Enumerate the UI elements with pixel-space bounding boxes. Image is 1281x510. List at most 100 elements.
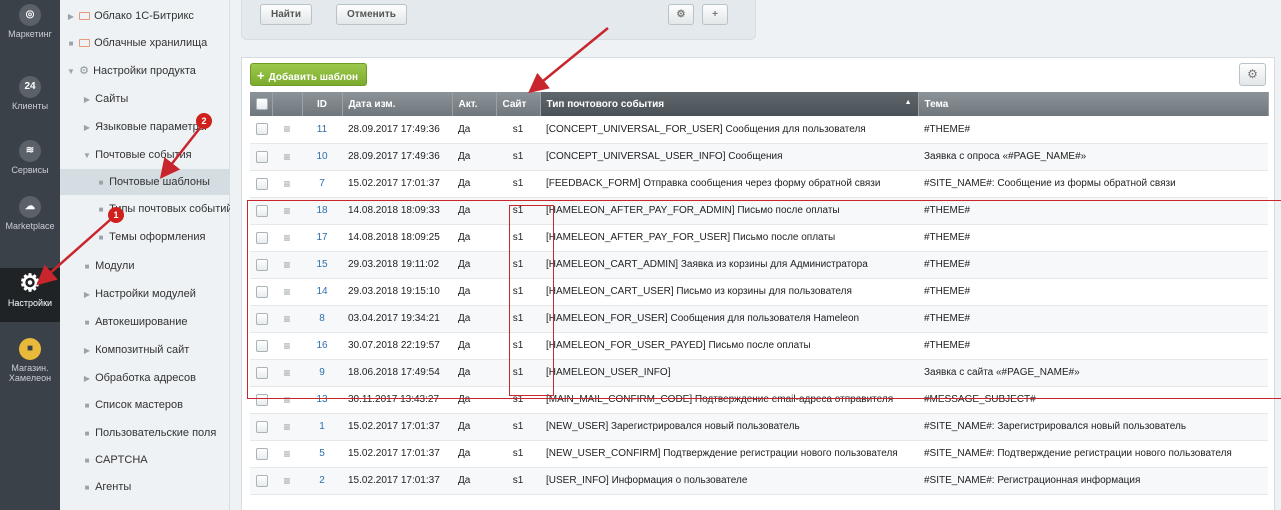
tree-item[interactable]: ▼ Почтовые события (60, 142, 230, 168)
table-row[interactable]: ≡ 8 03.04.2017 19:34:21 Да s1 [HAMELEON_FOR_U… (250, 305, 1268, 333)
tree-item[interactable]: ■ Пользовательские поля (60, 420, 230, 446)
table-row[interactable]: ≡ 18 14.08.2018 18:09:33 Да s1 [HAMELEON_AFTE… (250, 197, 1268, 225)
table-row[interactable]: ≡ 13 30.11.2017 13:43:27 Да s1 [MAIN_MAIL_CON… (250, 386, 1268, 414)
row-checkbox[interactable] (256, 177, 268, 190)
rail-item-shop[interactable]: ■ Магазин. Хамелеон (0, 338, 60, 386)
tree-item[interactable]: ▶ Облако 1С-Битрикс (60, 3, 230, 29)
cell-id[interactable]: 5 (302, 440, 342, 468)
rail-item-marketing[interactable]: ◎ Маркетинг (0, 4, 60, 52)
row-menu-icon[interactable]: ≡ (283, 285, 290, 299)
storage-folder-icon (79, 39, 91, 47)
row-checkbox[interactable] (256, 150, 268, 163)
admin-tree: ▶ Облако 1С-Битрикс ■ Облачные хранилища… (60, 0, 230, 510)
rail-item-services[interactable]: ≋ Сервисы (0, 140, 60, 188)
row-checkbox[interactable] (256, 366, 268, 379)
cell-id[interactable]: 18 (302, 197, 342, 225)
column-header-active[interactable]: Акт. (452, 92, 497, 116)
rail-item-clients[interactable]: 24 Клиенты (0, 76, 60, 124)
add-filter-plus-icon[interactable]: + (702, 4, 728, 25)
table-row[interactable]: ≡ 14 29.03.2018 19:15:10 Да s1 [HAMELEON_CART… (250, 278, 1268, 306)
row-checkbox[interactable] (256, 447, 268, 460)
table-row[interactable]: ≡ 9 18.06.2018 17:49:54 Да s1 [HAMELEON_USER_… (250, 359, 1268, 387)
row-checkbox[interactable] (256, 339, 268, 352)
row-checkbox[interactable] (256, 312, 268, 325)
cell-id[interactable]: 10 (302, 143, 342, 171)
table-row[interactable]: ≡ 1 15.02.2017 17:01:37 Да s1 [NEW_USER] Заре… (250, 413, 1268, 441)
row-menu-icon[interactable]: ≡ (283, 258, 290, 272)
tree-item[interactable]: ■ Список мастеров (60, 392, 230, 418)
tree-item[interactable]: ■ Автокеширование (60, 309, 230, 335)
table-row[interactable]: ≡ 7 15.02.2017 17:01:37 Да s1 [FEEDBACK_FORM]… (250, 170, 1268, 198)
rail-item-marketplace[interactable]: ☁ Marketplace (0, 196, 60, 244)
tree-item[interactable]: ■ Темы оформления (60, 224, 230, 250)
cell-id[interactable]: 1 (302, 413, 342, 441)
tree-item[interactable]: ■ Модули (60, 253, 230, 279)
cell-id[interactable]: 11 (302, 116, 342, 144)
row-checkbox[interactable] (256, 474, 268, 487)
row-checkbox[interactable] (256, 285, 268, 298)
cell-subject: #SITE_NAME#: Регистрационная информация (918, 467, 1268, 495)
column-header-subject[interactable]: Тема (918, 92, 1269, 116)
cell-id[interactable]: 15 (302, 251, 342, 279)
cell-id[interactable]: 16 (302, 332, 342, 360)
column-header-event-type[interactable]: Тип почтового события ▲ (540, 92, 919, 116)
cell-id[interactable]: 7 (302, 170, 342, 198)
column-header-date[interactable]: Дата изм. (342, 92, 453, 116)
tree-item-email-templates[interactable]: ■ Почтовые шаблоны (60, 169, 230, 195)
rail-item-settings[interactable]: ⚙ Настройки (0, 268, 60, 322)
table-row[interactable]: ≡ 16 30.07.2018 22:19:57 Да s1 [HAMELEON_FOR_… (250, 332, 1268, 360)
row-menu-icon[interactable]: ≡ (283, 122, 290, 136)
row-checkbox[interactable] (256, 420, 268, 433)
row-menu-icon[interactable]: ≡ (283, 312, 290, 326)
row-checkbox[interactable] (256, 231, 268, 244)
tree-item[interactable]: ▶ Обработка адресов (60, 365, 230, 391)
row-checkbox[interactable] (256, 393, 268, 406)
tree-item[interactable]: ▶ Сайты (60, 86, 230, 112)
row-menu-icon[interactable]: ≡ (283, 177, 290, 191)
step-badge-1: 1 (108, 207, 124, 223)
row-menu-icon[interactable]: ≡ (283, 204, 290, 218)
add-template-button[interactable]: + Добавить шаблон (250, 63, 367, 86)
table-row[interactable]: ≡ 2 15.02.2017 17:01:37 Да s1 [USER_INFO] Инф… (250, 467, 1268, 495)
cell-id[interactable]: 2 (302, 467, 342, 495)
row-checkbox[interactable] (256, 123, 268, 136)
row-menu-icon[interactable]: ≡ (283, 366, 290, 380)
row-select-cell (250, 440, 272, 468)
tree-item[interactable]: ■ Типы почтовых событий (60, 196, 230, 222)
tree-item[interactable]: ▶ Настройки модулей (60, 281, 230, 307)
row-checkbox[interactable] (256, 204, 268, 217)
tree-item[interactable]: ▶ Композитный сайт (60, 337, 230, 363)
table-row[interactable]: ≡ 11 28.09.2017 17:49:36 Да s1 [CONCEPT_UNIVE… (250, 116, 1268, 144)
table-row[interactable]: ≡ 10 28.09.2017 17:49:36 Да s1 [CONCEPT_UNIVE… (250, 143, 1268, 171)
table-row[interactable]: ≡ 5 15.02.2017 17:01:37 Да s1 [NEW_USER_CONFI… (250, 440, 1268, 468)
cell-id[interactable]: 8 (302, 305, 342, 333)
cell-id[interactable]: 9 (302, 359, 342, 387)
tree-item[interactable]: ■ Облачные хранилища (60, 30, 230, 56)
find-button[interactable]: Найти (260, 4, 312, 25)
row-menu-icon[interactable]: ≡ (283, 420, 290, 434)
tree-item[interactable]: ■ Агенты (60, 474, 230, 500)
cell-id[interactable]: 17 (302, 224, 342, 252)
column-header-site[interactable]: Сайт (496, 92, 541, 116)
row-menu-icon[interactable]: ≡ (283, 339, 290, 353)
rail-label: Сервисы (11, 165, 49, 175)
row-menu-icon[interactable]: ≡ (283, 447, 290, 461)
row-menu-icon[interactable]: ≡ (283, 231, 290, 245)
row-actions-cell: ≡ (272, 440, 302, 468)
row-menu-icon[interactable]: ≡ (283, 474, 290, 488)
cell-active: Да (452, 143, 496, 171)
column-header-id[interactable]: ID (302, 92, 343, 116)
tree-item[interactable]: ▼ ⚙ Настройки продукта (60, 58, 230, 84)
row-menu-icon[interactable]: ≡ (283, 393, 290, 407)
cancel-button[interactable]: Отменить (336, 4, 407, 25)
grid-settings-gear-icon[interactable]: ⚙ (1239, 63, 1266, 86)
select-all-checkbox[interactable] (250, 92, 273, 116)
cell-id[interactable]: 13 (302, 386, 342, 414)
table-row[interactable]: ≡ 15 29.03.2018 19:11:02 Да s1 [HAMELEON_CART… (250, 251, 1268, 279)
table-row[interactable]: ≡ 17 14.08.2018 18:09:25 Да s1 [HAMELEON_AFTE… (250, 224, 1268, 252)
row-menu-icon[interactable]: ≡ (283, 150, 290, 164)
filter-settings-gear-icon[interactable]: ⚙ (668, 4, 694, 25)
cell-id[interactable]: 14 (302, 278, 342, 306)
row-checkbox[interactable] (256, 258, 268, 271)
tree-item[interactable]: ■ CAPTCHA (60, 447, 230, 473)
